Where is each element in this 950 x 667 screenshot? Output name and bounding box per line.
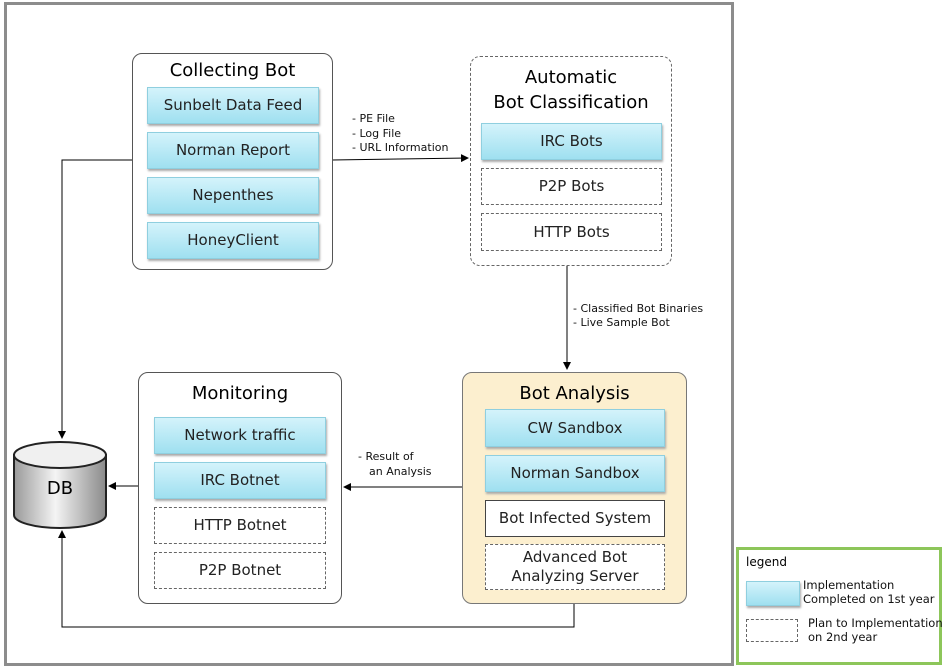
collecting-item: Norman Report [147, 132, 319, 169]
arrow-collect-to-class [331, 154, 469, 163]
edge-label: - Classified Bot Binaries [573, 302, 704, 315]
analysis-item: CW Sandbox [485, 409, 665, 447]
edge-label: - Result of [358, 450, 414, 463]
legend-swatch-implemented [746, 581, 800, 606]
collecting-bot-title: Collecting Bot [169, 60, 296, 81]
legend-planned-label: Plan to Implementation on 2nd year [808, 616, 943, 644]
edge-label: an Analysis [369, 465, 432, 478]
legend-implemented-label: Implementation Completed on 1st year [803, 578, 935, 606]
collecting-item: Nepenthes [147, 177, 319, 214]
classification-group: Automatic Bot Classification IRC Bots P2… [470, 56, 672, 266]
collecting-item: HoneyClient [147, 222, 319, 259]
edge-label: - URL Information [352, 141, 449, 154]
monitoring-item: P2P Botnet [154, 552, 326, 589]
classification-item: P2P Bots [481, 168, 662, 205]
monitoring-item: HTTP Botnet [154, 507, 326, 544]
monitoring-item: IRC Botnet [154, 462, 326, 499]
legend-title: legend [746, 555, 787, 569]
edge-label: - Live Sample Bot [573, 316, 670, 329]
edge-label: - Log File [352, 127, 402, 140]
db-label: DB [46, 478, 74, 499]
edge-label: - PE File [352, 112, 395, 125]
bot-analysis-group: Bot Analysis CW Sandbox Norman Sandbox B… [462, 372, 687, 604]
collecting-bot-group: Collecting Bot Sunbelt Data Feed Norman … [132, 53, 333, 270]
legend: legend Implementation Completed on 1st y… [736, 547, 943, 665]
collecting-item: Sunbelt Data Feed [147, 87, 319, 124]
monitoring-title: Monitoring [191, 383, 289, 404]
classification-item: HTTP Bots [481, 213, 662, 251]
analysis-item: Bot Infected System [485, 500, 665, 537]
arrow-collect-to-db [58, 159, 132, 439]
bot-analysis-title: Bot Analysis [519, 383, 630, 404]
analysis-item: Advanced Bot Analyzing Server [485, 544, 665, 590]
analysis-item: Norman Sandbox [485, 455, 665, 492]
monitoring-item: Network traffic [154, 417, 326, 454]
classification-item: IRC Bots [481, 123, 662, 160]
monitoring-group: Monitoring Network traffic IRC Botnet HT… [138, 372, 342, 604]
classification-title-1: Automatic [524, 67, 618, 88]
legend-swatch-planned [746, 619, 798, 642]
classification-title-2: Bot Classification [493, 92, 649, 113]
